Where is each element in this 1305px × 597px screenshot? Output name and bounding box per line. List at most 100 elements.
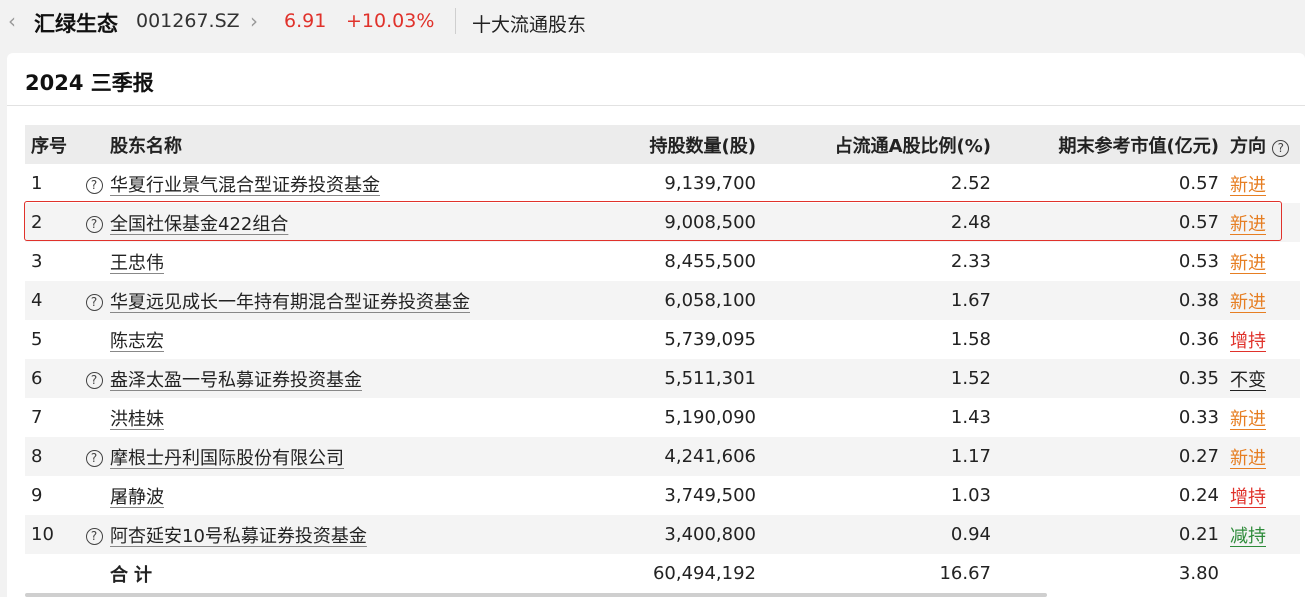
- total-label: 合计: [108, 554, 565, 593]
- ratio-cell: 2.48: [765, 203, 1000, 242]
- value-cell: 0.53: [1000, 242, 1228, 281]
- report-period-title: 2024 三季报: [25, 71, 154, 95]
- shares-cell: 8,455,500: [565, 242, 765, 281]
- divider: [455, 8, 456, 34]
- value-cell: 0.27: [1000, 437, 1228, 476]
- direction-link[interactable]: 新进: [1230, 448, 1266, 469]
- table-row[interactable]: 5 陈志宏 5,739,095 1.58 0.36 增持: [25, 320, 1300, 359]
- col-header-index: 序号: [25, 125, 80, 164]
- col-header-name: 股东名称: [108, 125, 565, 164]
- direction-link[interactable]: 新进: [1230, 253, 1266, 274]
- row-index: 2: [25, 203, 80, 242]
- table-row[interactable]: 3 王忠伟 8,455,500 2.33 0.53 新进: [25, 242, 1300, 281]
- ratio-cell: 1.52: [765, 359, 1000, 398]
- ratio-cell: 0.94: [765, 515, 1000, 554]
- shares-cell: 5,511,301: [565, 359, 765, 398]
- row-index: 1: [25, 164, 80, 203]
- row-index: 9: [25, 476, 80, 515]
- total-ratio: 16.67: [765, 554, 1000, 593]
- shareholder-name-link[interactable]: 华夏远见成长一年持有期混合型证券投资基金: [110, 292, 470, 313]
- row-index: 3: [25, 242, 80, 281]
- shareholder-name-link[interactable]: 洪桂妹: [110, 409, 164, 430]
- shares-cell: 5,190,090: [565, 398, 765, 437]
- shares-cell: 3,400,800: [565, 515, 765, 554]
- value-cell: 0.21: [1000, 515, 1228, 554]
- row-index: 5: [25, 320, 80, 359]
- shareholder-name-link[interactable]: 陈志宏: [110, 331, 164, 352]
- direction-link[interactable]: 新进: [1230, 175, 1266, 196]
- row-index: 6: [25, 359, 80, 398]
- help-icon[interactable]: ?: [85, 372, 103, 389]
- help-icon[interactable]: ?: [85, 216, 103, 233]
- value-cell: 0.57: [1000, 203, 1228, 242]
- table-row[interactable]: 1? 华夏行业景气混合型证券投资基金 9,139,700 2.52 0.57 新进: [25, 164, 1300, 203]
- table-row[interactable]: 4? 华夏远见成长一年持有期混合型证券投资基金 6,058,100 1.67 0.38 新…: [25, 281, 1300, 320]
- help-icon[interactable]: ?: [85, 177, 103, 194]
- ratio-cell: 1.67: [765, 281, 1000, 320]
- table-row[interactable]: 10? 阿杏延安10号私募证券投资基金 3,400,800 0.94 0.21 减持: [25, 515, 1300, 554]
- total-value: 3.80: [1000, 554, 1228, 593]
- shares-cell: 3,749,500: [565, 476, 765, 515]
- row-index: 7: [25, 398, 80, 437]
- ratio-cell: 2.52: [765, 164, 1000, 203]
- ratio-cell: 1.17: [765, 437, 1000, 476]
- shareholder-name-link[interactable]: 华夏行业景气混合型证券投资基金: [110, 175, 380, 196]
- total-shares: 60,494,192: [565, 554, 765, 593]
- shareholder-name-link[interactable]: 阿杏延安10号私募证券投资基金: [110, 526, 367, 547]
- direction-link[interactable]: 新进: [1230, 292, 1266, 313]
- ratio-cell: 1.03: [765, 476, 1000, 515]
- direction-link[interactable]: 不变: [1230, 370, 1266, 391]
- table-row[interactable]: 2? 全国社保基金422组合 9,008,500 2.48 0.57 新进: [25, 203, 1300, 242]
- col-header-shares[interactable]: 持股数量(股): [565, 125, 765, 164]
- shares-cell: 9,008,500: [565, 203, 765, 242]
- back-chevron-icon[interactable]: ‹: [8, 9, 16, 33]
- shareholders-table: 序号 股东名称 持股数量(股) 占流通A股比例(%) 期末参考市值(亿元) 方向…: [25, 125, 1300, 593]
- help-icon[interactable]: ?: [85, 528, 103, 545]
- shareholder-name-link[interactable]: 全国社保基金422组合: [110, 214, 288, 235]
- value-cell: 0.35: [1000, 359, 1228, 398]
- shares-cell: 6,058,100: [565, 281, 765, 320]
- stock-name: 汇绿生态: [34, 12, 118, 36]
- table-row[interactable]: 8? 摩根士丹利国际股份有限公司 4,241,606 1.17 0.27 新进: [25, 437, 1300, 476]
- direction-link[interactable]: 增持: [1230, 331, 1266, 352]
- shareholder-name-link[interactable]: 盎泽太盈一号私募证券投资基金: [110, 370, 362, 391]
- chevron-right-icon[interactable]: ›: [250, 9, 258, 33]
- shareholder-name-link[interactable]: 王忠伟: [110, 253, 164, 274]
- shareholder-name-link[interactable]: 屠静波: [110, 487, 164, 508]
- horizontal-scrollbar[interactable]: [25, 593, 1047, 597]
- value-cell: 0.57: [1000, 164, 1228, 203]
- stock-code: 001267.SZ: [136, 10, 240, 32]
- ratio-cell: 1.43: [765, 398, 1000, 437]
- direction-link[interactable]: 减持: [1230, 526, 1266, 547]
- table-header-row: 序号 股东名称 持股数量(股) 占流通A股比例(%) 期末参考市值(亿元) 方向…: [25, 125, 1300, 164]
- ratio-cell: 2.33: [765, 242, 1000, 281]
- shares-cell: 9,139,700: [565, 164, 765, 203]
- table-row[interactable]: 9 屠静波 3,749,500 1.03 0.24 增持: [25, 476, 1300, 515]
- shares-cell: 4,241,606: [565, 437, 765, 476]
- stock-price: 6.91: [284, 10, 327, 32]
- col-header-ratio[interactable]: 占流通A股比例(%): [765, 125, 1000, 164]
- direction-link[interactable]: 新进: [1230, 409, 1266, 430]
- table-row[interactable]: 7 洪桂妹 5,190,090 1.43 0.33 新进: [25, 398, 1300, 437]
- shareholder-name-link[interactable]: 摩根士丹利国际股份有限公司: [110, 448, 344, 469]
- row-index: 8: [25, 437, 80, 476]
- price-change: +10.03%: [346, 10, 435, 32]
- row-index: 4: [25, 281, 80, 320]
- help-icon[interactable]: ?: [85, 450, 103, 467]
- col-header-direction: 方向 ?: [1228, 125, 1300, 164]
- value-cell: 0.36: [1000, 320, 1228, 359]
- shareholders-panel: 2024 三季报 序号 股东名称 持股数量(股) 占流通A股比例(%) 期末参考…: [7, 53, 1305, 597]
- row-index: 10: [25, 515, 80, 554]
- ratio-cell: 1.58: [765, 320, 1000, 359]
- help-icon[interactable]: ?: [1272, 139, 1290, 157]
- top-bar: ‹ 汇绿生态 001267.SZ › 6.91 +10.03% 十大流通股东: [0, 0, 1305, 44]
- value-cell: 0.24: [1000, 476, 1228, 515]
- divider: [7, 105, 1305, 106]
- table-row[interactable]: 6? 盎泽太盈一号私募证券投资基金 5,511,301 1.52 0.35 不变: [25, 359, 1300, 398]
- section-title: 十大流通股东: [472, 14, 587, 36]
- direction-link[interactable]: 新进: [1230, 214, 1266, 235]
- value-cell: 0.38: [1000, 281, 1228, 320]
- help-icon[interactable]: ?: [85, 294, 103, 311]
- direction-link[interactable]: 增持: [1230, 487, 1266, 508]
- col-header-value[interactable]: 期末参考市值(亿元): [1000, 125, 1228, 164]
